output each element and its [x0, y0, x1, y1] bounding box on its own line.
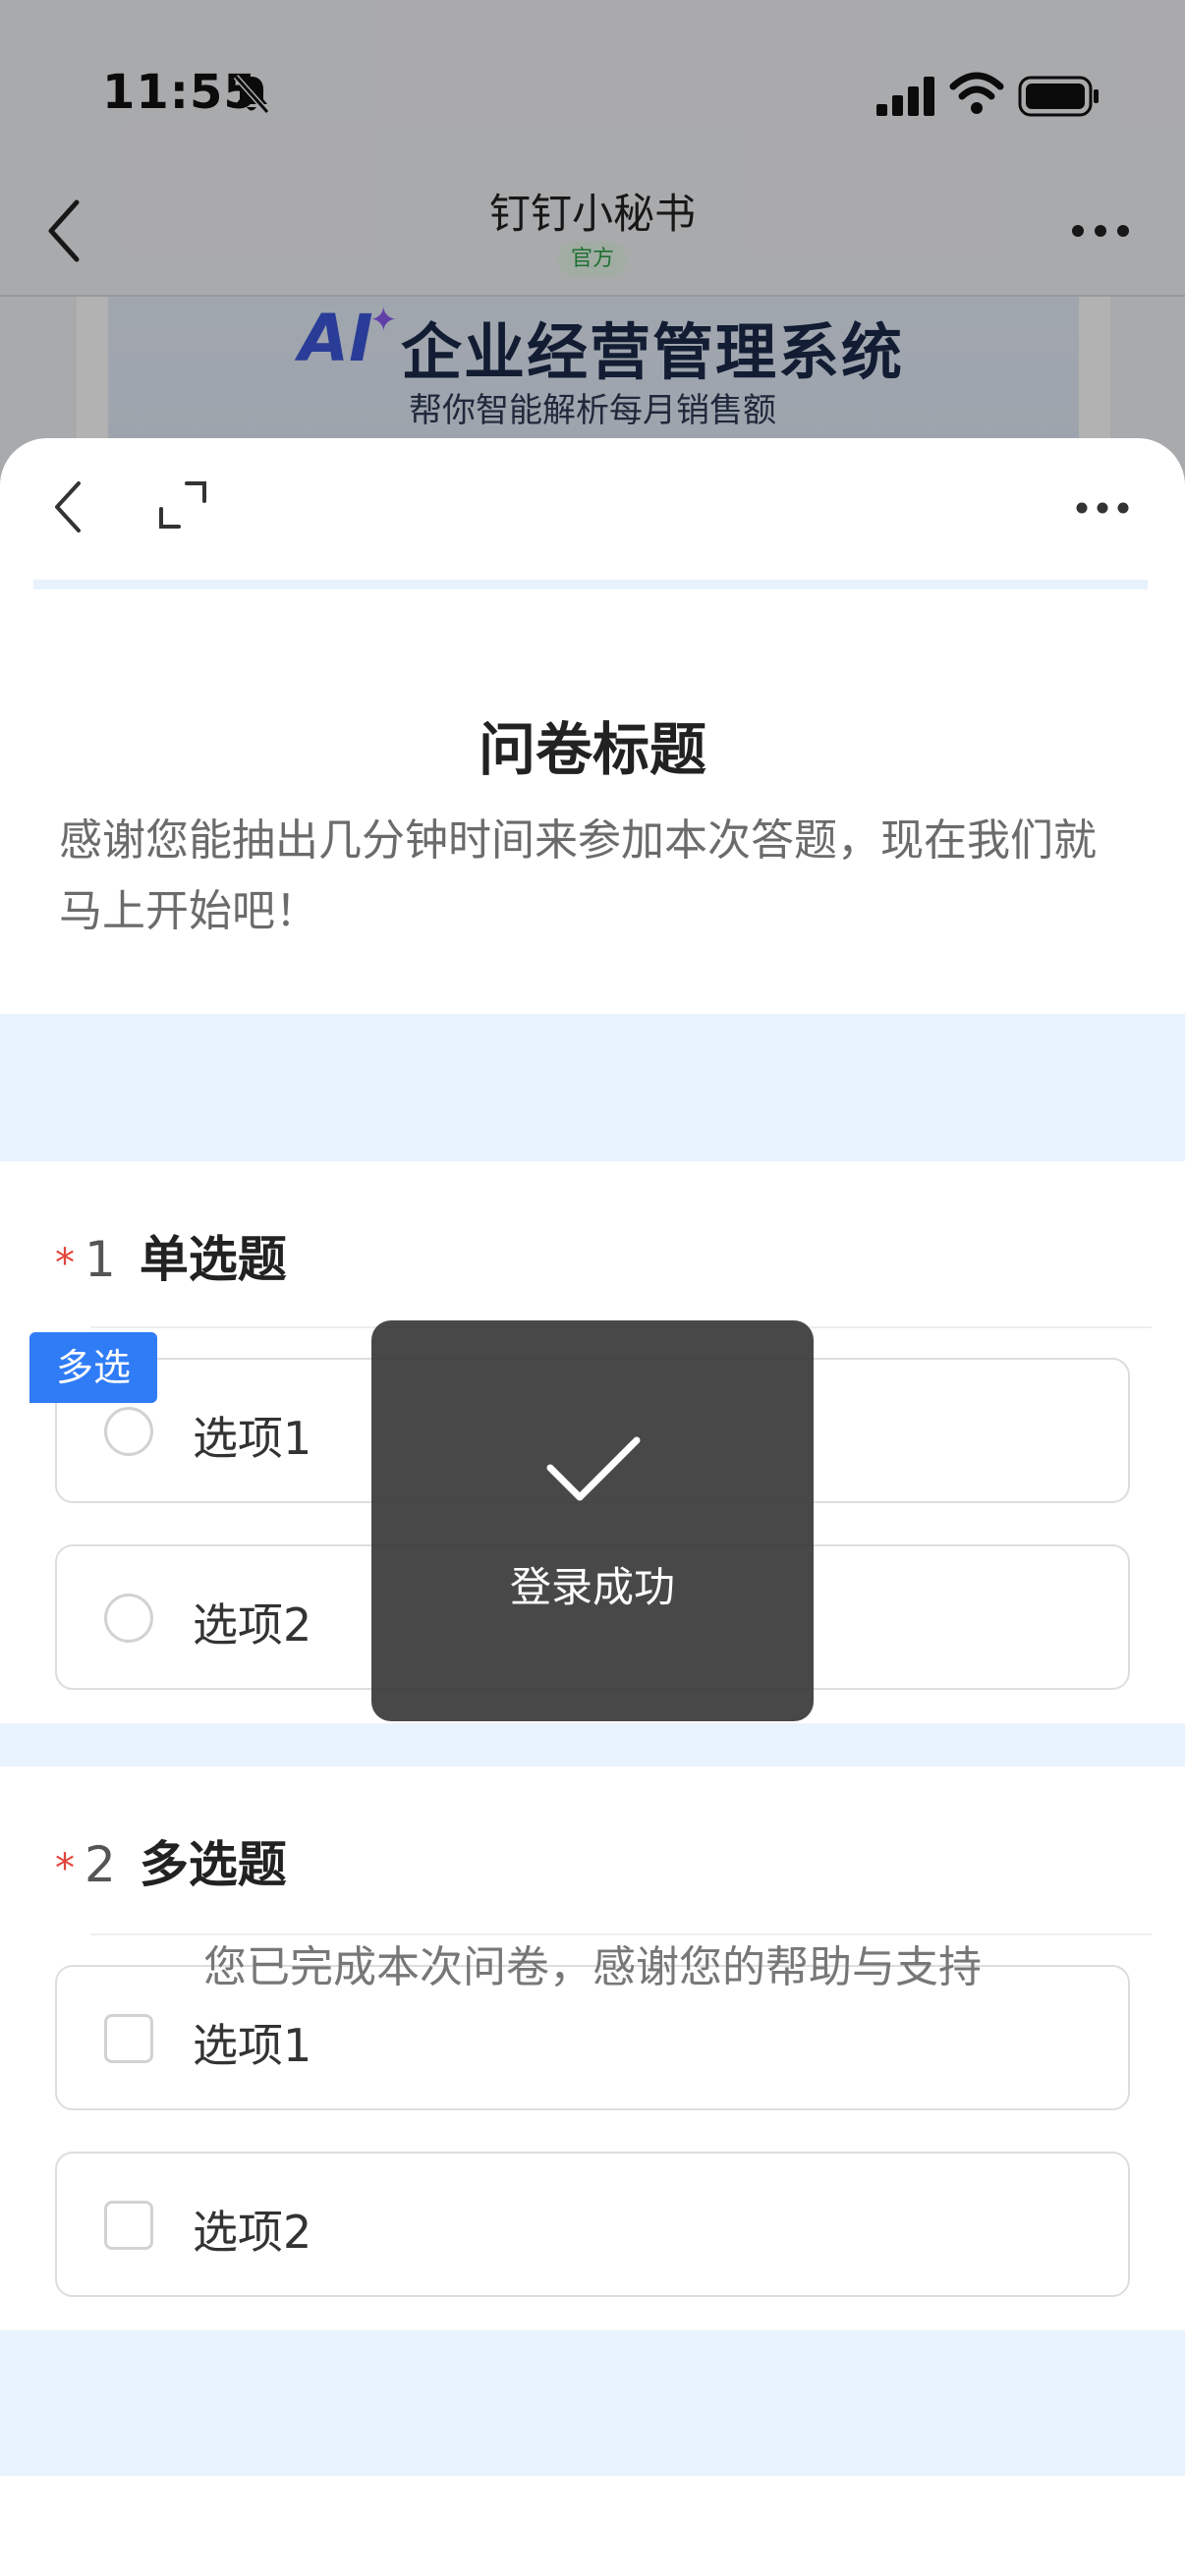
survey-description: 感谢您能抽出几分钟时间来参加本次答题，现在我们就马上开始吧！ — [59, 815, 1097, 936]
question-title: 单选题 — [139, 1231, 287, 1288]
radio-button[interactable] — [104, 1594, 153, 1643]
survey-progress-bar — [33, 580, 1148, 589]
checkbox[interactable] — [104, 2201, 153, 2250]
multi-select-tag: 多选 — [29, 1332, 157, 1403]
required-mark: * — [55, 1241, 75, 1286]
option-label: 选项2 — [193, 1598, 312, 1652]
radio-button[interactable] — [104, 1407, 153, 1456]
section-separator — [0, 1723, 1185, 1766]
success-toast: 登录成功 — [371, 1320, 814, 1721]
expand-icon[interactable] — [157, 479, 208, 531]
question-1-heading: * 1 单选题 — [55, 1220, 287, 1291]
option-label: 选项2 — [193, 2206, 312, 2259]
toast-message: 登录成功 — [509, 1563, 675, 1611]
option-label: 选项1 — [193, 1412, 312, 1465]
question-number: 2 — [85, 1836, 116, 1893]
section-separator — [0, 1014, 1185, 1161]
more-icon[interactable] — [1075, 501, 1130, 515]
option-label: 选项1 — [193, 2019, 312, 2072]
survey-title: 问卷标题 — [478, 716, 706, 783]
back-icon[interactable] — [51, 477, 85, 536]
required-mark: * — [55, 1846, 75, 1891]
question-number: 1 — [85, 1231, 116, 1288]
question-2-heading: * 2 多选题 — [55, 1825, 287, 1896]
checkmark-icon — [546, 1436, 641, 1501]
checkbox[interactable] — [104, 2014, 153, 2063]
footer-message: 您已完成本次问卷，感谢您的帮助与支持 — [203, 1942, 982, 1992]
checkbox-option-2[interactable]: 选项2 — [55, 2152, 1130, 2297]
footer-bottom — [0, 2476, 1185, 2576]
question-title: 多选题 — [139, 1836, 287, 1893]
